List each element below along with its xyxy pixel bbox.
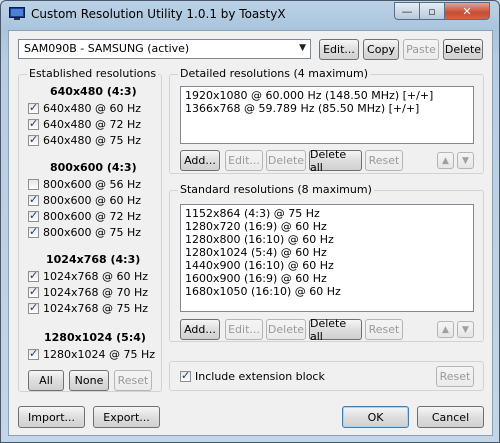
paste-button[interactable]: Paste <box>403 39 439 60</box>
list-item[interactable]: 1680x1050 (16:10) @ 60 Hz <box>185 285 469 298</box>
edit-monitor-button[interactable]: Edit... <box>319 39 359 60</box>
export-button[interactable]: Export... <box>93 406 160 428</box>
checkbox-800x600-72[interactable]: 800x600 @ 72 Hz <box>28 209 141 223</box>
standard-delete-all-button[interactable]: Delete all <box>309 317 362 343</box>
checkbox-640x480-60[interactable]: 640x480 @ 60 Hz <box>28 101 141 115</box>
monitor-select[interactable]: SAM090B - SAMSUNG (active) ▼ <box>18 39 311 59</box>
group-heading-1280x1024: 1280x1024 (5:4) <box>44 331 146 344</box>
standard-edit-button[interactable]: Edit... <box>225 319 263 340</box>
close-button[interactable]: ✕ <box>444 2 490 20</box>
checkbox-1024x768-70[interactable]: 1024x768 @ 70 Hz <box>28 285 148 299</box>
list-item[interactable]: 1280x800 (16:10) @ 60 Hz <box>185 233 469 246</box>
list-item[interactable]: 1280x1024 (5:4) @ 60 Hz <box>185 246 469 259</box>
standard-add-button[interactable]: Add... <box>180 319 220 340</box>
checkbox-800x600-75[interactable]: 800x600 @ 75 Hz <box>28 225 141 239</box>
import-button[interactable]: Import... <box>18 406 85 428</box>
list-item[interactable]: 1152x864 (4:3) @ 75 Hz <box>185 207 469 220</box>
checkbox-800x600-60[interactable]: 800x600 @ 60 Hz <box>28 193 141 207</box>
group-heading-800x600: 800x600 (4:3) <box>50 161 137 174</box>
up-arrow-icon[interactable]: ▲ <box>437 321 454 338</box>
checkbox-box[interactable] <box>28 269 39 282</box>
group-heading-1024x768: 1024x768 (4:3) <box>46 253 141 266</box>
window-title: Custom Resolution Utility 1.0.1 by Toast… <box>31 7 286 21</box>
checkbox-box[interactable] <box>28 301 39 314</box>
chevron-down-icon: ▼ <box>299 43 306 53</box>
checkbox-box[interactable] <box>28 101 39 114</box>
checkbox-640x480-72[interactable]: 640x480 @ 72 Hz <box>28 117 141 131</box>
standard-resolutions-group: Standard resolutions (8 maximum) 1152x86… <box>169 183 484 343</box>
detailed-edit-button[interactable]: Edit... <box>225 150 263 171</box>
checkbox-box[interactable] <box>180 369 191 382</box>
monitor-select-value: SAM090B - SAMSUNG (active) <box>24 42 190 55</box>
checkbox-box[interactable] <box>28 347 39 360</box>
up-arrow-icon[interactable]: ▲ <box>437 152 454 169</box>
extension-block-group: Include extension block Reset <box>169 361 484 391</box>
minimize-button[interactable]: — <box>394 2 420 20</box>
standard-resolutions-label: Standard resolutions (8 maximum) <box>178 183 374 196</box>
established-resolutions-label: Established resolutions <box>27 67 159 80</box>
title-bar[interactable]: Custom Resolution Utility 1.0.1 by Toast… <box>1 1 499 29</box>
ok-button[interactable]: OK <box>342 406 409 428</box>
standard-reset-button[interactable]: Reset <box>365 319 403 340</box>
detailed-add-button[interactable]: Add... <box>180 150 220 171</box>
checkbox-box[interactable] <box>28 285 39 298</box>
checkbox-box[interactable] <box>28 209 39 222</box>
delete-monitor-button[interactable]: Delete <box>443 39 483 60</box>
copy-button[interactable]: Copy <box>363 39 399 60</box>
list-item[interactable]: 1280x720 (16:9) @ 60 Hz <box>185 220 469 233</box>
checkbox-box[interactable] <box>28 117 39 130</box>
checkbox-box[interactable] <box>28 178 39 190</box>
checkbox-box[interactable] <box>28 193 39 206</box>
cancel-button[interactable]: Cancel <box>417 406 484 428</box>
dialog-body: SAM090B - SAMSUNG (active) ▼ Edit... Cop… <box>8 30 493 436</box>
checkbox-1024x768-60[interactable]: 1024x768 @ 60 Hz <box>28 269 148 283</box>
checkbox-1280x1024-75[interactable]: 1280x1024 @ 75 Hz <box>28 347 155 361</box>
checkbox-box[interactable] <box>28 225 39 238</box>
detailed-reset-button[interactable]: Reset <box>365 150 403 171</box>
select-all-button[interactable]: All <box>28 370 64 391</box>
list-item[interactable]: 1920x1080 @ 60.000 Hz (148.50 MHz) [+/+] <box>185 89 469 102</box>
detailed-resolutions-list[interactable]: 1920x1080 @ 60.000 Hz (148.50 MHz) [+/+]… <box>180 86 474 144</box>
app-window: Custom Resolution Utility 1.0.1 by Toast… <box>0 0 500 443</box>
standard-delete-button[interactable]: Delete <box>266 319 306 340</box>
checkbox-1024x768-75[interactable]: 1024x768 @ 75 Hz <box>28 301 148 315</box>
checkbox-640x480-75[interactable]: 640x480 @ 75 Hz <box>28 133 141 147</box>
include-extension-block-checkbox[interactable]: Include extension block <box>180 369 325 383</box>
established-resolutions-group: Established resolutions 640x480 (4:3) 64… <box>18 67 162 392</box>
list-item[interactable]: 1600x900 (16:9) @ 60 Hz <box>185 272 469 285</box>
monitor-icon <box>9 7 25 20</box>
detailed-resolutions-label: Detailed resolutions (4 maximum) <box>178 67 370 80</box>
established-reset-button[interactable]: Reset <box>114 370 152 391</box>
select-none-button[interactable]: None <box>69 370 109 391</box>
extension-reset-button[interactable]: Reset <box>436 366 474 387</box>
group-heading-640x480: 640x480 (4:3) <box>50 85 137 98</box>
checkbox-box[interactable] <box>28 133 39 146</box>
down-arrow-icon[interactable]: ▼ <box>457 321 474 338</box>
down-arrow-icon[interactable]: ▼ <box>457 152 474 169</box>
detailed-resolutions-group: Detailed resolutions (4 maximum) 1920x10… <box>169 67 484 174</box>
list-item[interactable]: 1366x768 @ 59.789 Hz (85.50 MHz) [+/+] <box>185 102 469 115</box>
maximize-button[interactable]: ▫ <box>419 2 445 20</box>
detailed-delete-button[interactable]: Delete <box>266 150 306 171</box>
detailed-delete-all-button[interactable]: Delete all <box>309 148 362 174</box>
standard-resolutions-list[interactable]: 1152x864 (4:3) @ 75 Hz 1280x720 (16:9) @… <box>180 204 474 312</box>
checkbox-800x600-56[interactable]: 800x600 @ 56 Hz <box>28 177 141 191</box>
list-item[interactable]: 1440x900 (16:10) @ 60 Hz <box>185 259 469 272</box>
